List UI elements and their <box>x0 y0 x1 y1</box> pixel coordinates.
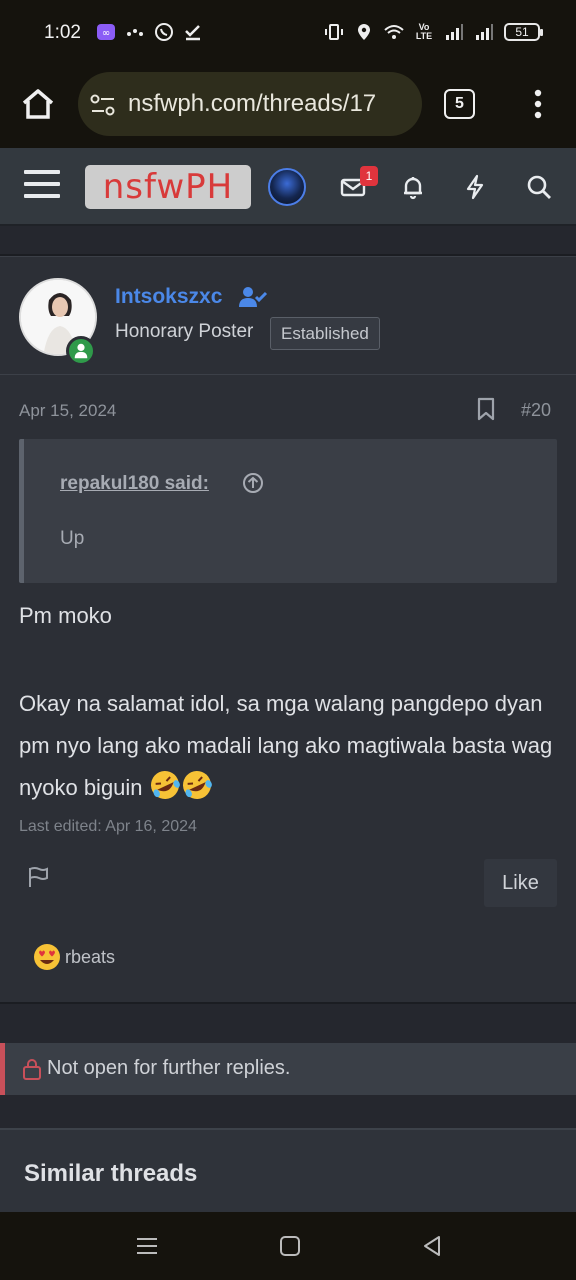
post-body-paragraph: Okay na salamat idol, sa mga walang pang… <box>19 683 559 809</box>
signal-1-icon <box>444 22 464 42</box>
home-icon[interactable] <box>20 86 56 122</box>
reactions-bar[interactable]: rbeats <box>33 943 115 971</box>
spacer <box>0 226 576 256</box>
home-nav-icon[interactable] <box>276 1232 304 1260</box>
reaction-user: rbeats <box>65 946 116 967</box>
similar-threads-section: Similar threads <box>0 1128 576 1212</box>
recent-apps-icon[interactable] <box>133 1232 161 1260</box>
quote-author-link[interactable]: repakul180 said: <box>60 473 209 495</box>
post-date[interactable]: Apr 15, 2024 <box>19 401 116 421</box>
battery-icon: 51 <box>504 23 543 41</box>
last-edited-note: Last edited: Apr 16, 2024 <box>19 818 197 835</box>
post-permalink[interactable]: #20 <box>521 400 551 421</box>
dots-icon <box>125 22 145 42</box>
rofl-emoji-icon <box>181 769 213 801</box>
site-settings-icon[interactable] <box>90 94 116 116</box>
more-options-icon[interactable] <box>528 86 548 122</box>
status-system-icons: Vo LTE 51 <box>324 22 543 42</box>
browser-toolbar: nsfwph.com/threads/17 5 <box>0 66 576 148</box>
like-button[interactable]: Like <box>484 859 557 907</box>
verified-user-icon <box>238 285 268 309</box>
online-status-icon <box>66 336 96 366</box>
site-logo[interactable]: nsfwPH <box>85 165 251 209</box>
back-nav-icon[interactable] <box>418 1232 446 1260</box>
vibrate-icon <box>324 22 344 42</box>
heart-eyes-emoji-icon <box>33 943 61 971</box>
location-icon <box>354 22 374 42</box>
status-bar: 1:02 ∞ Vo LTE 51 <box>0 0 576 66</box>
post-body-text: Okay na salamat idol, sa mga walang pang… <box>19 691 553 800</box>
post-user-block: Intsokszxc Honorary Poster Established <box>0 257 576 375</box>
menu-icon[interactable] <box>24 170 60 202</box>
bell-icon[interactable] <box>398 172 428 202</box>
whats-new-icon[interactable] <box>460 172 490 202</box>
rofl-emoji-icon <box>149 769 181 801</box>
system-navigation-bar <box>0 1212 576 1280</box>
bookmark-icon[interactable] <box>476 397 496 421</box>
user-badge: Established <box>270 317 380 350</box>
signal-2-icon <box>474 22 494 42</box>
check-icon <box>183 22 203 42</box>
arrow-up-circle-icon[interactable] <box>242 472 264 494</box>
lock-icon <box>21 1057 43 1081</box>
thread-locked-notice: Not open for further replies. <box>0 1043 576 1095</box>
status-notification-icons: ∞ <box>96 22 203 42</box>
account-avatar[interactable] <box>268 168 306 206</box>
status-time: 1:02 <box>44 22 81 43</box>
inbox-badge: 1 <box>360 166 378 186</box>
wifi-icon <box>384 22 404 42</box>
similar-threads-title: Similar threads <box>24 1160 198 1187</box>
address-bar[interactable]: nsfwph.com/threads/17 <box>78 72 422 136</box>
tab-switcher-button[interactable]: 5 <box>444 89 475 119</box>
url-text: nsfwph.com/threads/17 <box>128 90 377 117</box>
user-title: Honorary Poster <box>115 321 254 342</box>
post-message: Intsokszxc Honorary Poster Established A… <box>0 256 576 1004</box>
username-link[interactable]: Intsokszxc <box>115 285 222 309</box>
viber-icon <box>154 22 174 42</box>
quote-text: Up <box>60 528 85 549</box>
post-body-line: Pm moko <box>19 603 112 628</box>
locked-text: Not open for further replies. <box>47 1057 291 1079</box>
report-flag-icon[interactable] <box>26 865 50 889</box>
site-header: nsfwPH <box>0 148 576 226</box>
app-notification-icon: ∞ <box>96 22 116 42</box>
volte-icon: Vo LTE <box>415 22 433 41</box>
quote-block: repakul180 said: Up <box>19 439 557 583</box>
svg-text:∞: ∞ <box>102 28 110 39</box>
search-icon[interactable] <box>524 172 554 202</box>
